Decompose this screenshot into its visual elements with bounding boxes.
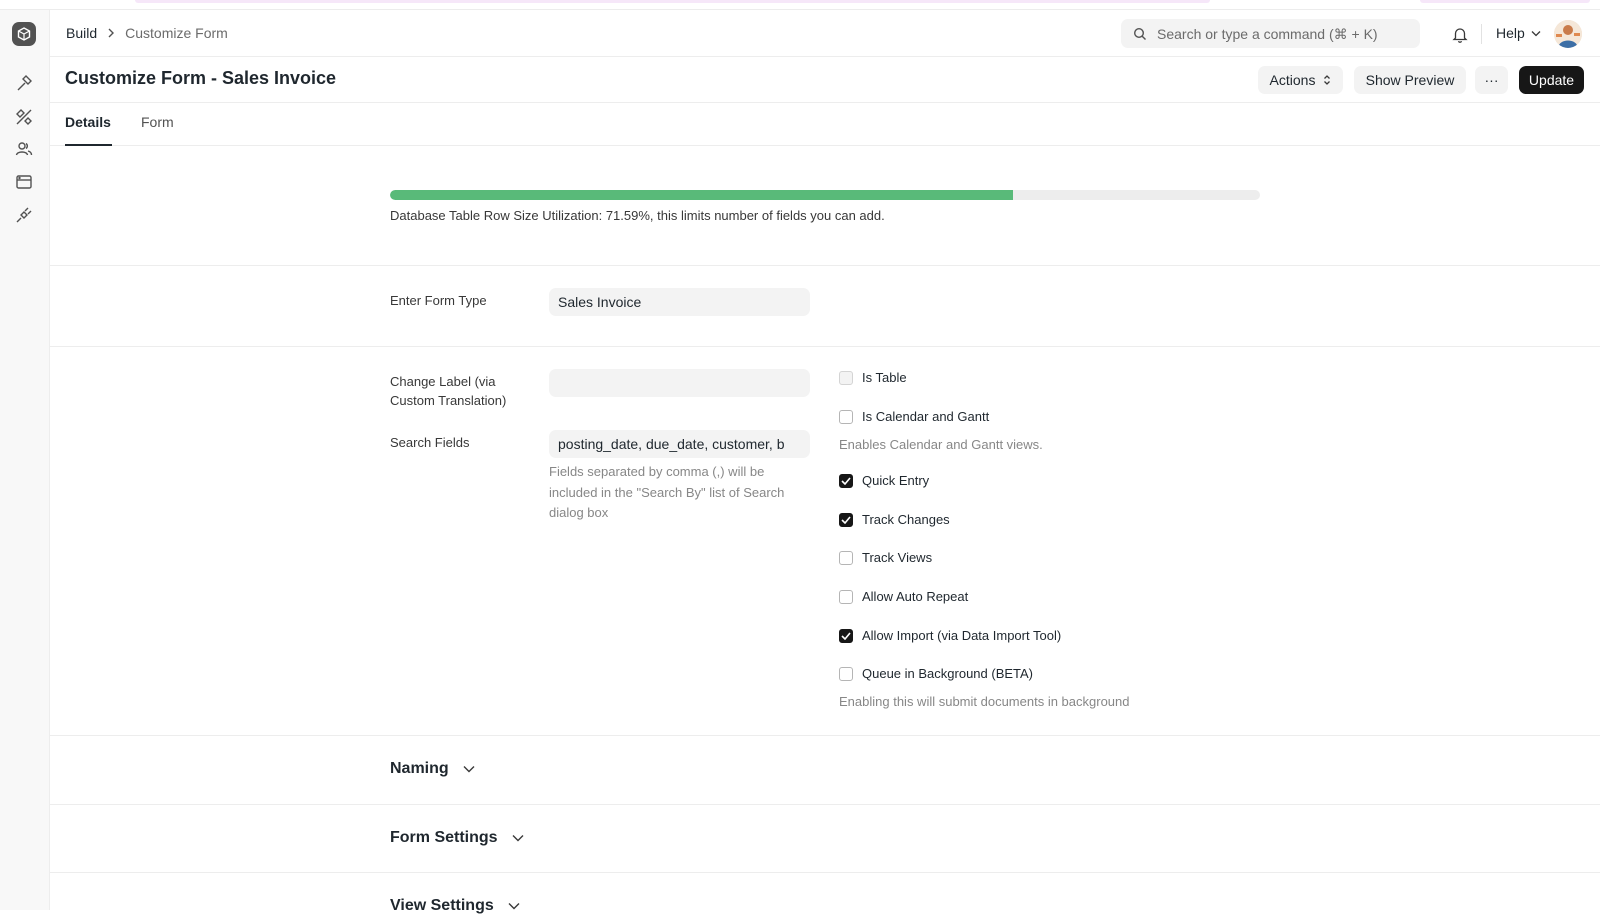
- bell-icon[interactable]: [1450, 24, 1470, 44]
- section-divider: [50, 346, 1600, 347]
- chevron-down-icon: [463, 766, 475, 773]
- checkbox-label: Is Table: [862, 370, 907, 385]
- checkbox-label: Queue in Background (BETA): [862, 666, 1034, 681]
- checkbox-box[interactable]: [839, 589, 853, 604]
- actions-button[interactable]: Actions: [1258, 66, 1343, 94]
- search-fields-label: Search Fields: [390, 435, 470, 450]
- row-size-progress-fill: [390, 190, 1013, 200]
- form-type-input[interactable]: [549, 288, 810, 316]
- check-icon: [841, 515, 851, 524]
- form-settings-section-toggle[interactable]: Form Settings: [390, 829, 524, 847]
- track-changes-checkbox[interactable]: Track Changes: [839, 512, 950, 527]
- search-fields-help-line1: Fields separated by comma (,) will be: [549, 464, 765, 479]
- checkbox-label: Is Calendar and Gantt: [862, 409, 990, 424]
- calendar-gantt-help: Enables Calendar and Gantt views.: [839, 437, 1043, 452]
- avatar[interactable]: [1554, 20, 1582, 48]
- header-divider: [1481, 24, 1482, 44]
- view-settings-section-toggle[interactable]: View Settings: [390, 897, 520, 915]
- checkbox-label: Track Changes: [862, 512, 950, 527]
- checkbox-label: Allow Import (via Data Import Tool): [862, 628, 1062, 643]
- allow-auto-repeat-checkbox[interactable]: Allow Auto Repeat: [839, 589, 968, 604]
- breadcrumb-build-link[interactable]: Build: [66, 25, 97, 41]
- check-icon: [841, 476, 851, 485]
- change-label-label: Change Label (via Custom Translation): [390, 372, 506, 410]
- actions-label: Actions: [1269, 72, 1316, 88]
- tab-form[interactable]: Form: [141, 114, 174, 130]
- sidebar: [0, 10, 50, 910]
- plug-icon[interactable]: [13, 204, 35, 226]
- queue-background-help: Enabling this will submit documents in b…: [839, 694, 1130, 709]
- is-table-checkbox[interactable]: Is Table: [839, 370, 907, 385]
- chevron-down-icon: [512, 835, 524, 842]
- checkbox-label: Track Views: [862, 550, 933, 565]
- breadcrumb: Build Customize Form: [66, 25, 228, 41]
- page-head: Customize Form - Sales Invoice Actions S…: [50, 57, 1600, 103]
- section-divider: [50, 872, 1600, 873]
- checkbox-box[interactable]: [839, 473, 853, 488]
- section-divider: [50, 804, 1600, 805]
- checkbox-box[interactable]: [839, 628, 853, 643]
- help-label: Help: [1496, 25, 1525, 41]
- hammer-icon[interactable]: [13, 73, 35, 95]
- checkbox-label: Allow Auto Repeat: [862, 589, 969, 604]
- change-label-line2: Custom Translation): [390, 393, 507, 408]
- top-glow: [135, 0, 1210, 3]
- top-strip: [0, 0, 1600, 10]
- page-title: Customize Form - Sales Invoice: [65, 68, 337, 88]
- search-icon: [1133, 27, 1146, 40]
- top-glow-right: [1420, 0, 1590, 3]
- checkbox-box[interactable]: [839, 409, 853, 424]
- checkbox-label: Quick Entry: [862, 473, 930, 488]
- row-size-progress-bar: [390, 190, 1260, 200]
- check-icon: [841, 631, 851, 640]
- more-options-button[interactable]: ···: [1475, 66, 1508, 94]
- show-preview-button[interactable]: Show Preview: [1354, 66, 1466, 94]
- section-divider: [50, 735, 1600, 736]
- form-settings-section-label: Form Settings: [390, 829, 498, 846]
- chevron-right-icon: [107, 26, 115, 41]
- quick-entry-checkbox[interactable]: Quick Entry: [839, 473, 929, 488]
- naming-section-toggle[interactable]: Naming: [390, 760, 475, 778]
- search-fields-input[interactable]: [549, 430, 810, 458]
- track-views-checkbox[interactable]: Track Views: [839, 550, 932, 565]
- change-label-input[interactable]: [549, 369, 810, 397]
- breadcrumb-current[interactable]: Customize Form: [125, 25, 228, 41]
- chevron-down-icon: [508, 903, 520, 910]
- tools-icon[interactable]: [13, 106, 35, 128]
- sort-icon: [1324, 75, 1331, 85]
- is-calendar-gantt-checkbox[interactable]: Is Calendar and Gantt: [839, 409, 989, 424]
- row-size-utilization-text: Database Table Row Size Utilization: 71.…: [390, 208, 885, 223]
- search-fields-help-line3: dialog box: [549, 505, 609, 520]
- help-dropdown[interactable]: Help: [1496, 25, 1541, 41]
- chevron-down-icon: [1531, 30, 1541, 36]
- tab-details[interactable]: Details: [65, 114, 111, 130]
- checkbox-box[interactable]: [839, 370, 853, 385]
- section-divider: [50, 265, 1600, 266]
- checkbox-box[interactable]: [839, 666, 853, 681]
- change-label-line1: Change Label (via: [390, 374, 496, 389]
- naming-section-label: Naming: [390, 760, 449, 777]
- checkbox-box[interactable]: [839, 512, 853, 527]
- form-type-label: Enter Form Type: [390, 293, 487, 308]
- window-icon[interactable]: [13, 171, 35, 193]
- top-header: Build Customize Form Help: [50, 10, 1600, 57]
- users-icon[interactable]: [13, 138, 35, 160]
- tab-bar: Details Form: [50, 103, 1600, 146]
- search-bar[interactable]: [1121, 19, 1420, 48]
- search-fields-help: Fields separated by comma (,) will be in…: [549, 462, 784, 524]
- checkbox-box[interactable]: [839, 550, 853, 565]
- app-logo-icon[interactable]: [12, 22, 36, 46]
- search-fields-help-line2: included in the "Search By" list of Sear…: [549, 484, 785, 500]
- allow-import-checkbox[interactable]: Allow Import (via Data Import Tool): [839, 628, 1061, 643]
- update-button[interactable]: Update: [1519, 66, 1584, 94]
- active-tab-indicator: [65, 144, 112, 146]
- view-settings-section-label: View Settings: [390, 897, 494, 914]
- queue-in-background-checkbox[interactable]: Queue in Background (BETA): [839, 666, 1033, 681]
- search-input[interactable]: [1157, 25, 1407, 42]
